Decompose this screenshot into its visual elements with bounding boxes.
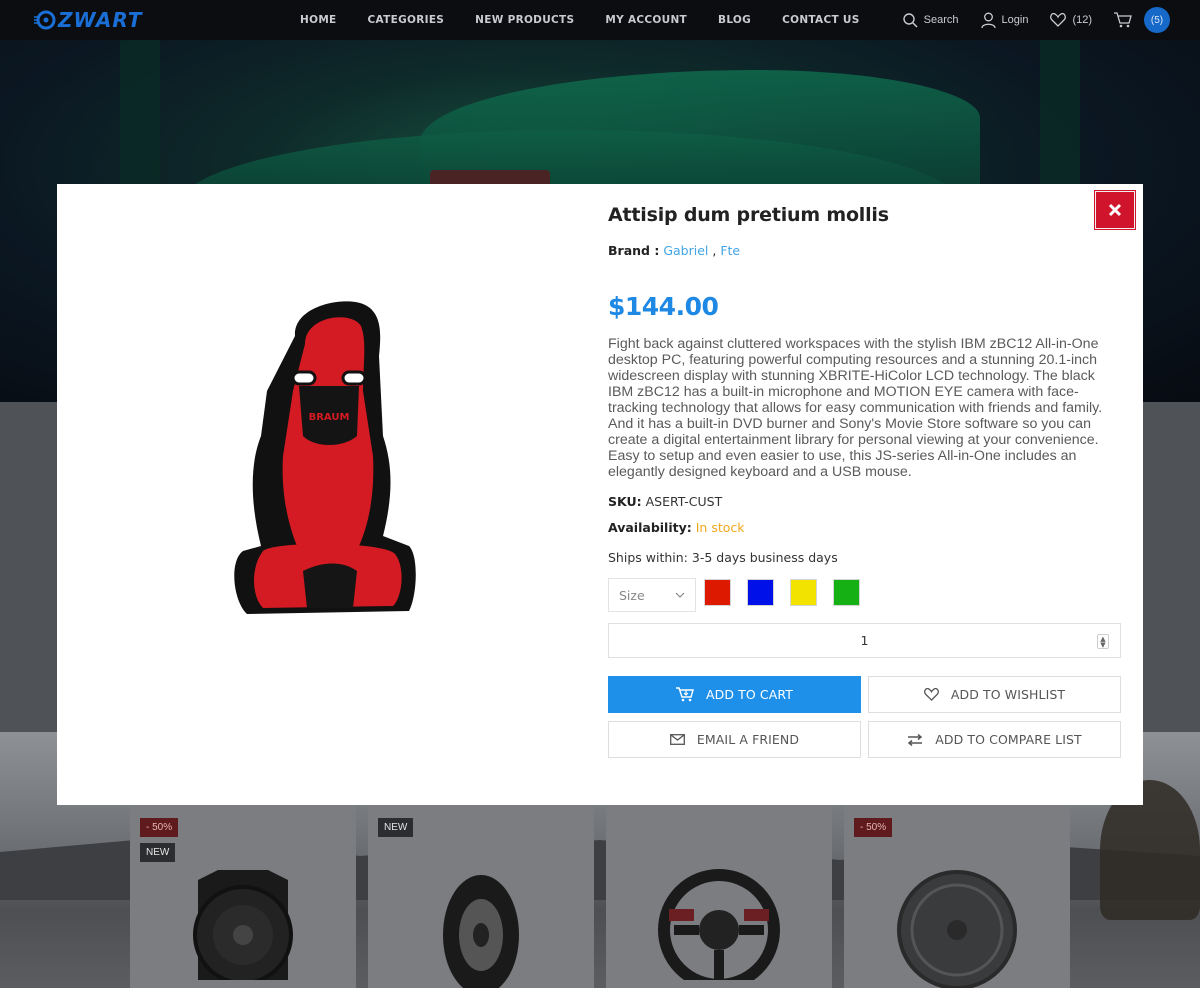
product-title: Attisip dum pretium mollis (608, 204, 889, 226)
new-badge: NEW (140, 843, 176, 862)
brand-link-gabriel[interactable]: Gabriel (663, 243, 708, 258)
cart-button[interactable]: (5) (1114, 7, 1170, 33)
product-card[interactable]: NEW (368, 805, 594, 988)
quantity-stepper[interactable]: 1 ▲ ▼ (608, 623, 1121, 658)
product-card[interactable]: - 50% NEW (130, 805, 356, 988)
top-navigation-bar: ZWART HOME CATEGORIES NEW PRODUCTS MY AC… (0, 0, 1200, 40)
spin-down-icon[interactable]: ▼ (1100, 641, 1105, 648)
availability-label: Availability: (608, 520, 692, 535)
nav-new-products[interactable]: NEW PRODUCTS (475, 14, 574, 26)
search-label: Search (923, 14, 959, 26)
color-swatch-blue[interactable] (747, 579, 774, 606)
cart-icon (675, 687, 694, 702)
search-icon (902, 12, 918, 28)
brand-link-fte[interactable]: Fte (720, 243, 740, 258)
sale-badge: - 50% (140, 818, 179, 837)
ships-label: Ships within: (608, 550, 688, 565)
sku-value: ASERT-CUST (645, 494, 723, 509)
add-to-cart-button[interactable]: ADD TO CART (608, 676, 861, 713)
product-price: $144.00 (608, 292, 719, 321)
brand-separator: , (712, 243, 717, 258)
product-grid: - 50% NEW NEW - 50% (130, 805, 1070, 988)
quantity-value: 1 (860, 633, 869, 648)
nav-home[interactable]: HOME (300, 14, 337, 26)
add-to-compare-label: ADD TO COMPARE LIST (935, 732, 1082, 747)
brand-row: Brand : Gabriel , Fte (608, 243, 740, 258)
nav-my-account[interactable]: MY ACCOUNT (605, 14, 687, 26)
main-nav: HOME CATEGORIES NEW PRODUCTS MY ACCOUNT … (300, 0, 891, 40)
sku-label: SKU: (608, 494, 642, 509)
nav-contact-us[interactable]: CONTACT US (782, 14, 860, 26)
size-select-value: Size (619, 587, 645, 603)
nav-blog[interactable]: BLOG (718, 14, 751, 26)
wishlist-button[interactable]: (12) (1050, 13, 1092, 27)
color-swatch-red[interactable] (704, 579, 731, 606)
close-icon (1108, 203, 1122, 217)
search-button[interactable]: Search (902, 12, 959, 28)
logo-wheel-icon (34, 10, 56, 30)
quantity-spinner[interactable]: ▲ ▼ (1097, 634, 1109, 649)
shipping-row: Ships within: 3-5 days business days (608, 550, 838, 565)
compare-arrows-icon (908, 733, 923, 746)
email-friend-label: EMAIL A FRIEND (696, 732, 800, 747)
size-select[interactable]: Size (608, 578, 696, 612)
site-logo[interactable]: ZWART (34, 8, 142, 32)
sale-badge: - 50% (854, 818, 893, 837)
product-description: Fight back against cluttered workspaces … (608, 336, 1103, 480)
login-button[interactable]: Login (980, 12, 1029, 28)
add-to-compare-button[interactable]: ADD TO COMPARE LIST (868, 721, 1121, 758)
nav-categories[interactable]: CATEGORIES (368, 14, 445, 26)
login-label: Login (1001, 14, 1029, 26)
product-card[interactable]: - 50% (844, 805, 1070, 988)
close-modal-button[interactable] (1095, 191, 1135, 229)
chevron-down-icon (675, 592, 685, 598)
add-to-cart-label: ADD TO CART (705, 687, 793, 702)
heart-icon (923, 688, 939, 701)
email-friend-button[interactable]: EMAIL A FRIEND (608, 721, 861, 758)
availability-row: Availability: In stock (608, 520, 745, 535)
sku-row: SKU: ASERT-CUST (608, 494, 722, 509)
product-card[interactable] (606, 805, 832, 988)
ships-value: 3-5 days business days (691, 550, 838, 565)
racing-seat-image[interactable]: BRAUM (233, 296, 419, 621)
cart-icon (1114, 12, 1132, 28)
availability-value: In stock (695, 520, 745, 535)
header-tools: Search Login (12) (5) (881, 0, 1170, 40)
color-swatch-green[interactable] (833, 579, 860, 606)
logo-text: ZWART (58, 8, 143, 32)
envelope-icon (669, 734, 685, 745)
new-badge: NEW (378, 818, 414, 837)
speaker-icon (193, 870, 293, 980)
add-to-wishlist-label: ADD TO WISHLIST (950, 687, 1066, 702)
steering-wheel-icon (658, 869, 780, 980)
quick-view-modal: BRAUM Attisip dum pretium mollis Brand :… (57, 184, 1143, 805)
add-to-wishlist-button[interactable]: ADD TO WISHLIST (868, 676, 1121, 713)
heart-icon (1050, 13, 1067, 27)
seat-brand-logo: BRAUM (309, 412, 350, 423)
cart-count-badge: (5) (1144, 7, 1170, 33)
brand-label: Brand : (608, 243, 660, 258)
color-swatch-yellow[interactable] (790, 579, 817, 606)
user-icon (980, 12, 996, 28)
wishlist-count: (12) (1072, 14, 1092, 26)
tire-icon (443, 875, 519, 988)
rim-icon (897, 870, 1017, 988)
